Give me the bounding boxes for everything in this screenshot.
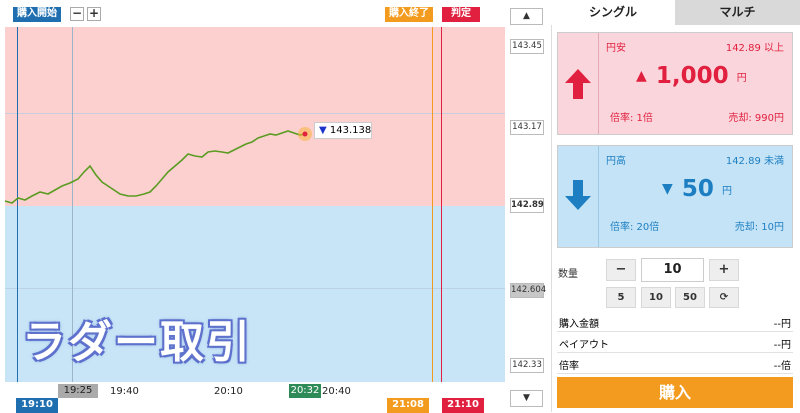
summary-label: 購入金額 [559,319,599,330]
down-triangle-icon: ▼ [319,125,327,136]
judge-time: 21:10 [442,398,484,413]
quantity-input[interactable]: 10 [641,258,704,282]
y-tick-strike: 142.89 [510,198,544,213]
current-price-label: ▼ 143.138 [314,122,372,139]
down-price-block: ▼ 50 円 [662,176,732,202]
summary-value: --円 [773,319,791,330]
down-rate: 倍率: 20倍 [610,222,660,233]
up-price: 1,000 [655,63,729,89]
arrow-down-icon [563,178,593,212]
reset-quantity-button[interactable]: ⟳ [709,287,739,308]
preset-50-button[interactable]: 50 [675,287,705,308]
buy-button[interactable]: 購入 [557,377,793,408]
up-card[interactable]: 円安 142.89 以上 ▲ 1,000 円 倍率: 1倍 売却: 990円 [557,32,793,135]
summary-row: 倍率 --倍 [557,353,793,374]
summary-value: --円 [773,340,791,351]
down-price: 50 [681,176,714,202]
down-card[interactable]: 円高 142.89 未満 ▼ 50 円 倍率: 20倍 売却: 10円 [557,145,793,248]
quantity-plus-button[interactable]: + [709,259,739,281]
y-tick: 143.45 [510,39,544,54]
y-tick: 143.17 [510,120,544,135]
down-sell: 売却: 10円 [734,222,784,233]
triangle-down-icon: ▼ [662,181,673,197]
summary-label: ペイアウト [559,340,609,351]
end-time: 21:08 [387,398,429,413]
up-rate: 倍率: 1倍 [610,113,653,124]
x-axis: 19:25 19:40 20:10 20:32 20:40 19:10 21:0… [0,382,505,413]
up-unit: 円 [736,72,747,84]
price-chart: 購入開始 − + 購入終了 判定 ▼ 143.138 ラダー取引 19:25 1… [0,0,505,413]
summary-row: 購入金額 --円 [557,311,793,332]
tab-single[interactable]: シングル [551,0,675,25]
up-price-block: ▲ 1,000 円 [636,63,747,89]
x-tick: 20:10 [214,386,243,397]
card-divider [598,33,599,134]
x-tick: 20:40 [322,386,351,397]
quantity-minus-button[interactable]: − [606,259,636,281]
scroll-down-button[interactable]: ▼ [510,390,543,407]
current-price-dot-core [302,131,308,137]
x-tick-current: 20:32 [289,384,321,398]
overlay-title: ラダー取引 [22,317,252,368]
down-unit: 円 [721,185,732,197]
x-tick: 19:40 [110,386,139,397]
y-tick: 142.33 [510,358,544,373]
up-label: 円安 [606,43,626,54]
down-threshold: 142.89 未満 [725,156,784,167]
current-price-value: 143.138 [329,125,372,136]
summary-value: --倍 [773,361,791,372]
refresh-icon: ⟳ [719,292,729,303]
summary-label: 倍率 [559,361,579,372]
scroll-up-button[interactable]: ▲ [510,8,543,25]
preset-10-button[interactable]: 10 [641,287,671,308]
preset-5-button[interactable]: 5 [606,287,636,308]
triangle-up-icon: ▲ [636,68,647,84]
tab-multi[interactable]: マルチ [675,0,800,25]
x-tick: 19:25 [58,384,98,398]
quantity-label: 数量 [558,269,578,280]
card-divider [598,146,599,247]
start-time: 19:10 [16,398,58,413]
up-sell: 売却: 990円 [728,113,784,124]
summary-row: ペイアウト --円 [557,332,793,353]
up-threshold: 142.89 以上 [725,43,784,54]
y-tick: 142.604 [510,283,546,298]
price-line [4,130,306,204]
arrow-up-icon [563,67,593,101]
down-label: 円高 [606,156,626,167]
